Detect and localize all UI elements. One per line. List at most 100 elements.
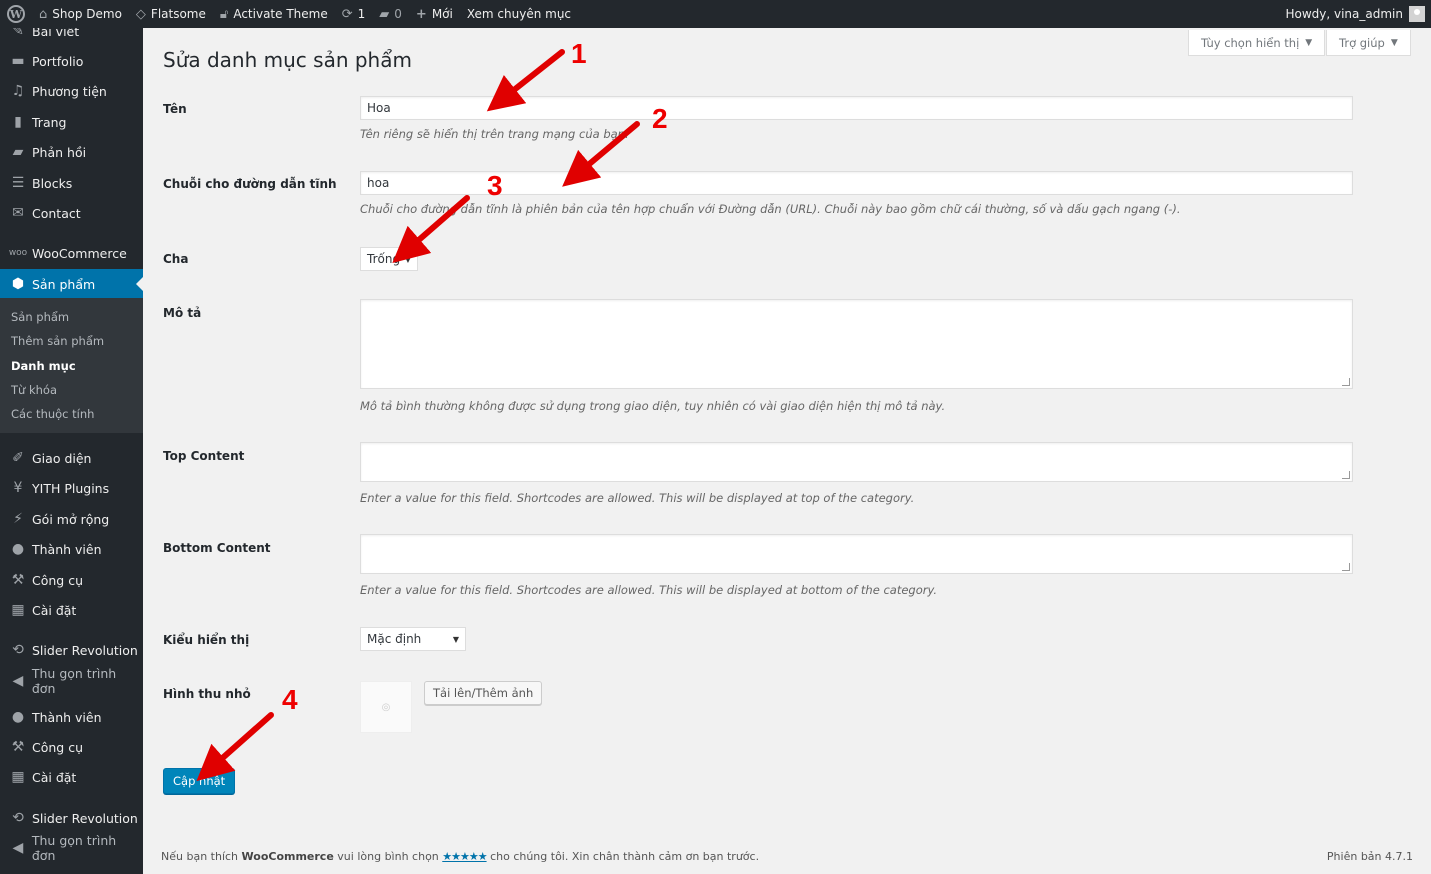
updates-icon: ⟳ bbox=[341, 6, 353, 22]
caret-down-icon: ▼ bbox=[1305, 37, 1313, 48]
view-category-label: Xem chuyên mục bbox=[466, 7, 572, 21]
submenu-item-products[interactable]: Sản phẩm bbox=[11, 310, 69, 324]
sidebar-item-label: Cài đặt bbox=[32, 602, 77, 618]
collapse-menu-button[interactable]: ◀ Thu gọn trình đơn bbox=[0, 666, 143, 696]
sidebar-item-label: YITH Plugins bbox=[32, 480, 110, 496]
view-category-link[interactable]: Xem chuyên mục bbox=[460, 0, 578, 28]
display-type-select[interactable]: Mặc định ▼ bbox=[360, 627, 466, 651]
sidebar-item-label: Cài đặt bbox=[32, 769, 77, 785]
sidebar-item-label: Thành viên bbox=[32, 709, 102, 725]
sidebar-item-label: Sản phẩm bbox=[32, 276, 96, 292]
sidebar-item-label: Công cụ bbox=[32, 572, 84, 588]
top-content-help: Enter a value for this field. Shortcodes… bbox=[360, 491, 915, 505]
new-label: Mới bbox=[431, 7, 453, 21]
lock-icon: 🔓︎ bbox=[219, 6, 229, 22]
sidebar-item-blocks[interactable]: ☰ Blocks bbox=[0, 168, 143, 198]
caret-down-icon: ▼ bbox=[1390, 37, 1398, 48]
submenu-item-categories[interactable]: Danh mục bbox=[11, 359, 76, 373]
collapse-menu-button-2[interactable]: ◀ Thu gọn trình đơn bbox=[0, 833, 143, 863]
comments-count: 0 bbox=[394, 7, 402, 21]
sidebar-item-settings[interactable]: ▦ Cài đặt bbox=[0, 595, 143, 625]
update-button[interactable]: Cập nhật bbox=[163, 768, 236, 794]
submenu-item-attributes[interactable]: Các thuộc tính bbox=[11, 407, 94, 421]
annotation-number-2: 2 bbox=[652, 103, 668, 134]
main-content: Tùy chọn hiển thị ▼ Trợ giúp ▼ Sửa danh … bbox=[143, 28, 1431, 874]
site-name-label: Shop Demo bbox=[52, 7, 122, 21]
submenu-item-add-product[interactable]: Thêm sản phẩm bbox=[11, 334, 104, 348]
footer-credit: Nếu bạn thích WooCommerce vui lòng bình … bbox=[161, 850, 759, 863]
sidebar-item-tools[interactable]: ⚒ Công cụ bbox=[0, 565, 143, 595]
media-icon: ♫ bbox=[11, 83, 25, 99]
collapse-icon: ◀ bbox=[12, 673, 24, 689]
footer-suffix: cho chúng tôi. Xin chân thành cảm ơn bạn… bbox=[486, 850, 760, 863]
name-input[interactable]: Hoa bbox=[360, 96, 1353, 120]
wordpress-logo-menu[interactable]: W bbox=[0, 0, 32, 28]
help-label: Trợ giúp bbox=[1339, 35, 1385, 50]
activate-theme-link[interactable]: 🔓︎ Activate Theme bbox=[213, 0, 335, 28]
sidebar-item-pages[interactable]: ▮ Trang bbox=[0, 107, 143, 137]
sidebar-item-label: Phương tiện bbox=[32, 83, 107, 99]
sidebar-item-label: Blocks bbox=[32, 175, 73, 191]
sidebar-item-products[interactable]: ⬢ Sản phẩm bbox=[0, 269, 143, 299]
submenu-item-tags[interactable]: Từ khóa bbox=[11, 383, 57, 397]
slug-input[interactable]: hoa bbox=[360, 171, 1353, 195]
sidebar-item-plugins[interactable]: ⚡ Gói mở rộng bbox=[0, 504, 143, 534]
refresh-icon: ⟲ bbox=[12, 642, 24, 658]
sidebar-item-slider-revolution[interactable]: ⟲ Slider Revolution bbox=[0, 635, 143, 665]
sidebar-item-users[interactable]: ● Thành viên bbox=[0, 534, 143, 564]
sidebar-item-media[interactable]: ♫ Phương tiện bbox=[0, 76, 143, 106]
products-submenu: Sản phẩm Thêm sản phẩm Danh mục Từ khóa … bbox=[0, 298, 143, 433]
parent-label: Cha bbox=[163, 252, 189, 266]
bottom-content-textarea[interactable] bbox=[360, 534, 1353, 574]
upload-image-button[interactable]: Tải lên/Thêm ảnh bbox=[424, 681, 543, 705]
comments-link[interactable]: ▰ 0 bbox=[372, 0, 409, 28]
updates-count: 1 bbox=[357, 7, 366, 21]
sidebar-item-label: Bài viết bbox=[32, 28, 80, 39]
sidebar-item-label: Thu gọn trình đơn bbox=[31, 666, 117, 696]
sidebar-item-slider-revolution-2[interactable]: ⟲ Slider Revolution bbox=[0, 803, 143, 833]
wrench-icon: ⚒ bbox=[11, 739, 25, 755]
new-content-link[interactable]: + Mới bbox=[409, 0, 460, 28]
description-textarea[interactable] bbox=[360, 299, 1353, 389]
sidebar-item-portfolio[interactable]: ▬ Portfolio bbox=[0, 46, 143, 76]
sidebar-item-label: Công cụ bbox=[32, 739, 84, 755]
screen-options-button[interactable]: Tùy chọn hiển thị ▼ bbox=[1188, 30, 1326, 56]
sidebar-item-label: WooCommerce bbox=[32, 245, 127, 261]
annotation-number-4: 4 bbox=[282, 684, 298, 715]
rating-stars-link[interactable]: ★★★★★ bbox=[442, 850, 487, 863]
my-account-link[interactable]: Howdy, vina_admin bbox=[1278, 0, 1425, 28]
settings-icon: ▦ bbox=[11, 602, 25, 618]
sidebar-item-posts[interactable]: ✎ Bài viết bbox=[0, 28, 143, 46]
sidebar-item-comments[interactable]: ▰ Phản hồi bbox=[0, 137, 143, 167]
collapse-icon: ◀ bbox=[12, 840, 24, 856]
theme-link[interactable]: ◇ Flatsome bbox=[129, 0, 213, 28]
description-help: Mô tả bình thường không được sử dụng tro… bbox=[360, 399, 946, 413]
admin-bar: W ⌂ Shop Demo ◇ Flatsome 🔓︎ Activate The… bbox=[0, 0, 1431, 28]
slug-label: Chuỗi cho đường dẫn tĩnh bbox=[163, 177, 337, 191]
blocks-icon: ☰ bbox=[11, 175, 25, 191]
sidebar-item-label: Trang bbox=[32, 114, 67, 130]
sidebar-item-settings-2[interactable]: ▦ Cài đặt bbox=[0, 762, 143, 792]
plugin-icon: ⚡ bbox=[13, 511, 23, 527]
sidebar-item-users-2[interactable]: ● Thành viên bbox=[0, 702, 143, 732]
sidebar-item-contact[interactable]: ✉ Contact bbox=[0, 198, 143, 228]
updates-link[interactable]: ⟳ 1 bbox=[335, 0, 373, 28]
cube-icon: ⬢ bbox=[11, 276, 25, 292]
sidebar-item-label: Slider Revolution bbox=[32, 810, 138, 826]
bottom-content-label: Bottom Content bbox=[163, 541, 271, 555]
parent-select[interactable]: Trống ▼ bbox=[360, 247, 418, 271]
site-name-link[interactable]: ⌂ Shop Demo bbox=[32, 0, 129, 28]
sidebar-item-tools-2[interactable]: ⚒ Công cụ bbox=[0, 732, 143, 762]
sidebar-item-label: Gói mở rộng bbox=[32, 511, 110, 527]
footer-version: Phiên bản 4.7.1 bbox=[1326, 850, 1413, 863]
settings-icon: ▦ bbox=[11, 769, 25, 785]
top-content-textarea[interactable] bbox=[360, 442, 1353, 482]
sidebar-item-appearance[interactable]: ✐ Giao diện bbox=[0, 443, 143, 473]
sidebar-item-woocommerce[interactable]: woo WooCommerce bbox=[0, 238, 143, 268]
sidebar-item-yith-plugins[interactable]: ¥ YITH Plugins bbox=[0, 473, 143, 503]
bottom-content-help: Enter a value for this field. Shortcodes… bbox=[360, 583, 938, 597]
chevron-down-icon: ▼ bbox=[452, 634, 459, 644]
user-icon: ● bbox=[11, 541, 25, 557]
sidebar-item-label: Thu gọn trình đơn bbox=[31, 833, 117, 863]
help-button[interactable]: Trợ giúp ▼ bbox=[1326, 30, 1411, 56]
